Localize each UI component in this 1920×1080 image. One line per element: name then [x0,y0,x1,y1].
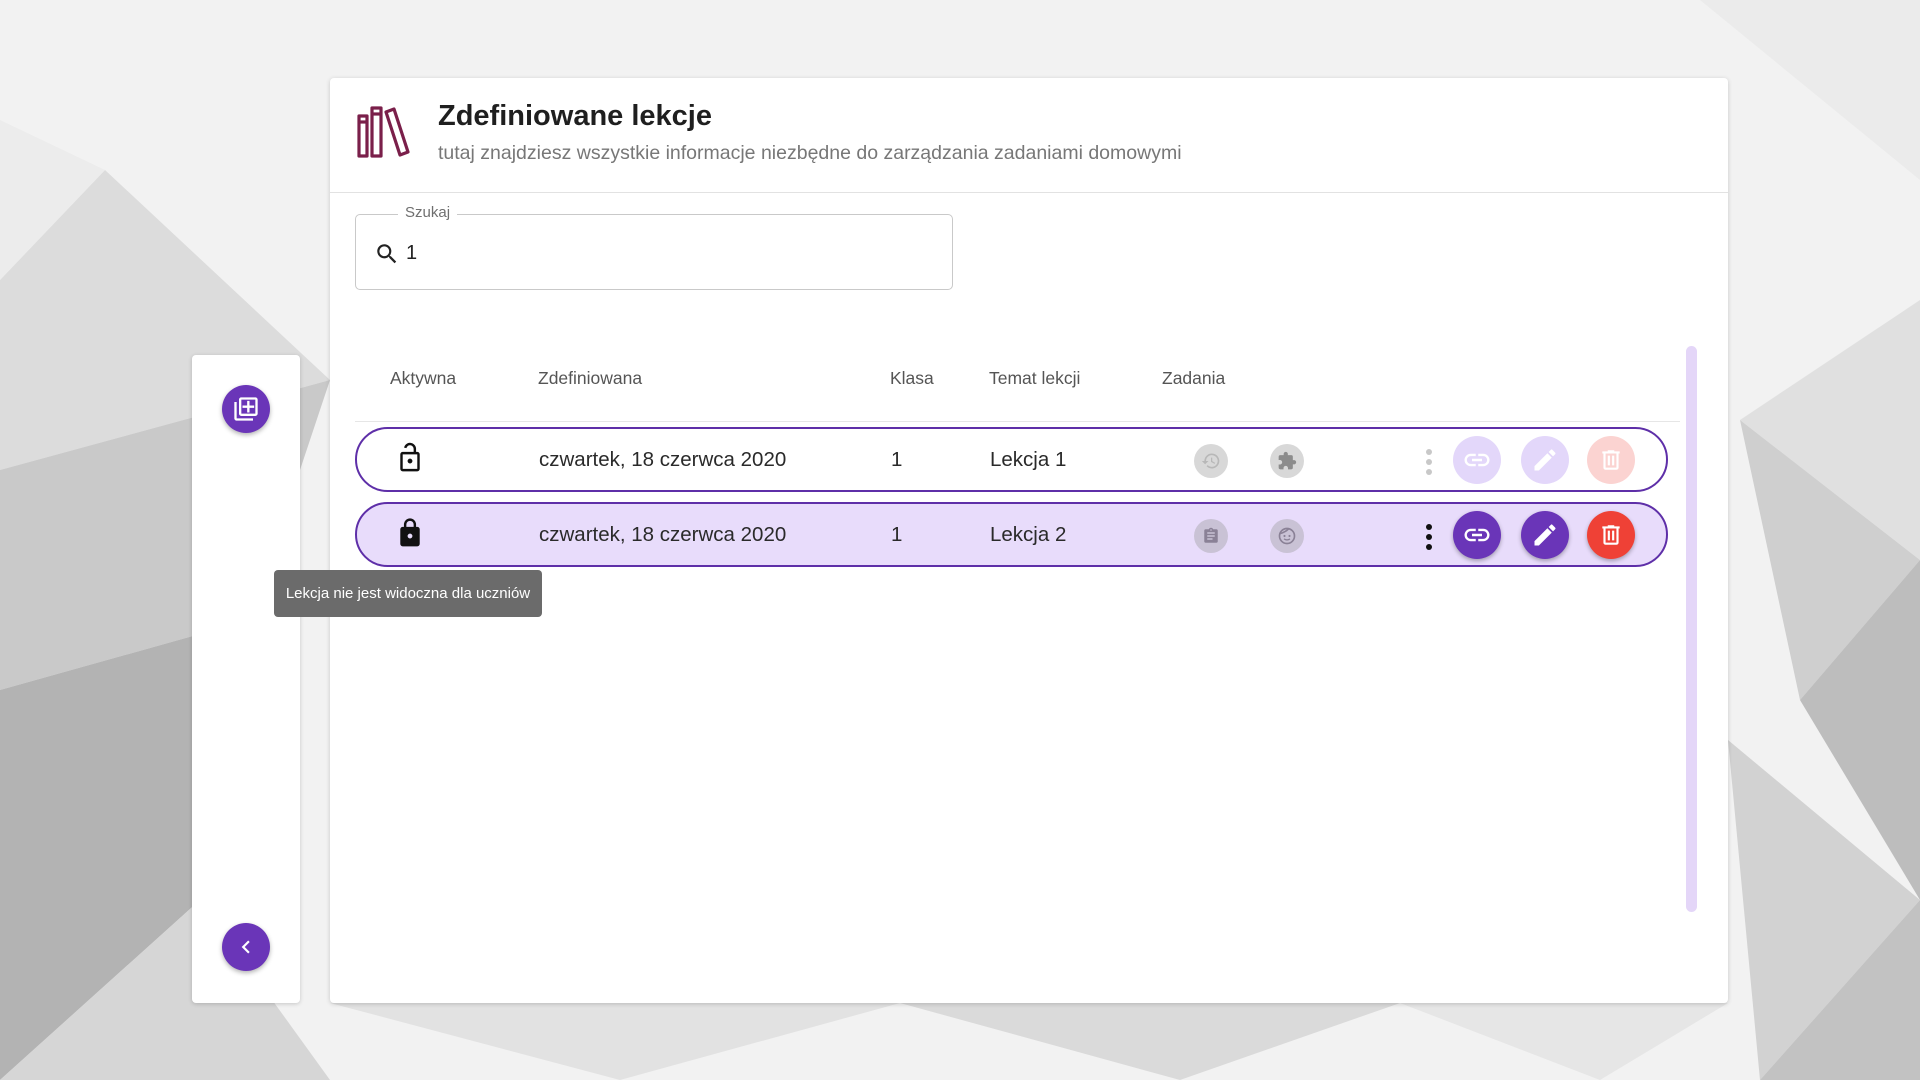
topic-value: Lekcja 1 [990,448,1067,471]
column-header-tasks[interactable]: Zadania [1162,368,1225,389]
topic-value: Lekcja 2 [990,523,1067,546]
clipboard-icon [1204,527,1218,543]
page-subtitle: tutaj znajdziesz wszystkie informacje ni… [438,142,1182,164]
puzzle-task-button[interactable] [1270,444,1304,478]
search-icon [377,244,397,264]
history-task-button[interactable] [1194,444,1228,478]
lock-open-icon[interactable] [395,441,425,475]
search-field[interactable]: Szukaj [355,204,953,290]
search-label: Szukaj [398,204,458,221]
edit-button[interactable] [1521,511,1569,559]
header-divider [355,421,1680,422]
class-value: 1 [891,448,903,471]
more-options-icon[interactable] [1424,522,1434,552]
pencil-icon [1534,524,1556,546]
column-header-topic[interactable]: Temat lekcji [989,368,1080,389]
pencil-icon [1534,449,1556,471]
search-input[interactable] [406,235,926,271]
class-value: 1 [891,523,903,546]
card-header: Zdefiniowane lekcje tutaj znajdziesz wsz… [330,78,1728,193]
edit-button[interactable] [1521,436,1569,484]
face-icon [1278,527,1296,545]
page-title: Zdefiniowane lekcje [438,100,712,132]
table-row[interactable]: czwartek, 18 czerwca 2020 1 Lekcja 1 [355,427,1668,492]
link-button[interactable] [1453,511,1501,559]
link-icon [1464,453,1490,467]
table-header: Aktywna Zdefiniowana Klasa Temat lekcji … [330,368,1660,408]
delete-button[interactable] [1587,511,1635,559]
more-options-icon[interactable] [1424,447,1434,477]
link-icon [1464,528,1490,542]
trash-icon [1602,525,1620,545]
defined-date: czwartek, 18 czerwca 2020 [539,448,787,471]
delete-button[interactable] [1587,436,1635,484]
column-header-defined[interactable]: Zdefiniowana [538,368,642,389]
history-icon [1201,453,1220,469]
library-add-icon [234,397,258,421]
puzzle-icon [1278,451,1297,470]
side-toolbar [192,355,300,1003]
back-button[interactable] [222,923,270,971]
books-icon [357,106,410,158]
column-header-class[interactable]: Klasa [890,368,934,389]
link-button[interactable] [1453,436,1501,484]
defined-date: czwartek, 18 czerwca 2020 [539,523,787,546]
table-row[interactable]: czwartek, 18 czerwca 2020 1 Lekcja 2 [355,502,1668,567]
column-header-active[interactable]: Aktywna [390,368,456,389]
chevron-left-icon [241,940,250,954]
clipboard-task-button[interactable] [1194,519,1228,553]
face-task-button[interactable] [1270,519,1304,553]
lock-closed-icon[interactable] [395,516,425,550]
vertical-scrollbar[interactable] [1686,346,1697,912]
add-lesson-button[interactable] [222,385,270,433]
lock-tooltip: Lekcja nie jest widoczna dla uczniów [274,570,542,617]
trash-icon [1602,450,1620,470]
lessons-card: Zdefiniowane lekcje tutaj znajdziesz wsz… [330,78,1728,1003]
